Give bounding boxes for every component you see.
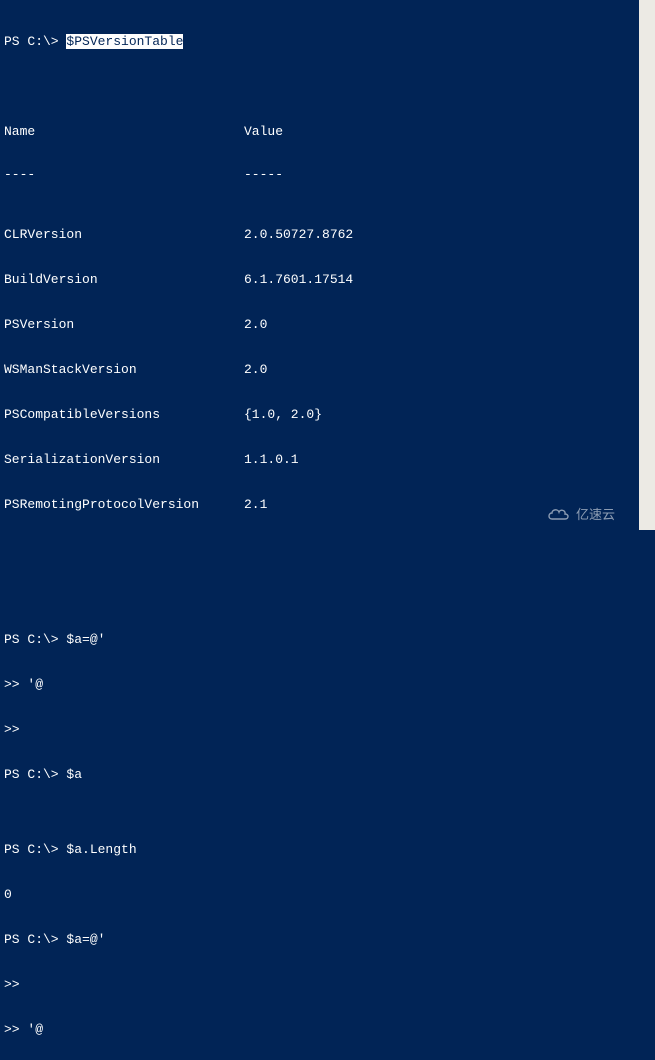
watermark-text: 亿速云 (576, 507, 615, 522)
row-value: 2.0.50727.8762 (244, 227, 637, 242)
terminal-line: PS C:\> $a=@' (4, 632, 637, 647)
row-name: PSCompatibleVersions (4, 407, 244, 422)
header-value-ul: ----- (244, 167, 637, 182)
row-value: 6.1.7601.17514 (244, 272, 637, 287)
table-header: Name Value (4, 124, 637, 139)
row-name: PSVersion (4, 317, 244, 332)
row-value: {1.0, 2.0} (244, 407, 637, 422)
header-name: Name (4, 124, 244, 139)
terminal-line: >> '@ (4, 1022, 637, 1037)
terminal-line: >> '@ (4, 677, 637, 692)
table-header-underline: ---- ----- (4, 167, 637, 182)
table-row: WSManStackVersion2.0 (4, 362, 637, 377)
terminal-line: 0 (4, 887, 637, 902)
terminal-line: PS C:\> $a.Length (4, 842, 637, 857)
watermark: 亿速云 (546, 506, 615, 522)
table-row: CLRVersion2.0.50727.8762 (4, 227, 637, 242)
header-value: Value (244, 124, 637, 139)
row-value: 2.0 (244, 317, 637, 332)
table-row: SerializationVersion1.1.0.1 (4, 452, 637, 467)
cmd-line: PS C:\> $PSVersionTable (4, 34, 637, 49)
terminal-output[interactable]: PS C:\> $PSVersionTable Name Value ---- … (0, 0, 639, 1060)
table-row: PSRemotingProtocolVersion2.1 (4, 497, 637, 512)
prompt: PS C:\> (4, 34, 66, 49)
table-row: PSVersion2.0 (4, 317, 637, 332)
table-row: BuildVersion6.1.7601.17514 (4, 272, 637, 287)
header-name-ul: ---- (4, 167, 244, 182)
row-name: SerializationVersion (4, 452, 244, 467)
terminal-line: >> (4, 977, 637, 992)
cloud-icon (546, 506, 572, 522)
row-name: PSRemotingProtocolVersion (4, 497, 244, 512)
row-name: BuildVersion (4, 272, 244, 287)
row-value: 1.1.0.1 (244, 452, 637, 467)
row-name: CLRVersion (4, 227, 244, 242)
terminal-line: PS C:\> $a (4, 767, 637, 782)
table-row: PSCompatibleVersions{1.0, 2.0} (4, 407, 637, 422)
terminal-line: PS C:\> $a=@' (4, 932, 637, 947)
terminal-line: >> (4, 722, 637, 737)
row-name: WSManStackVersion (4, 362, 244, 377)
command-text: $PSVersionTable (66, 34, 183, 49)
row-value: 2.0 (244, 362, 637, 377)
